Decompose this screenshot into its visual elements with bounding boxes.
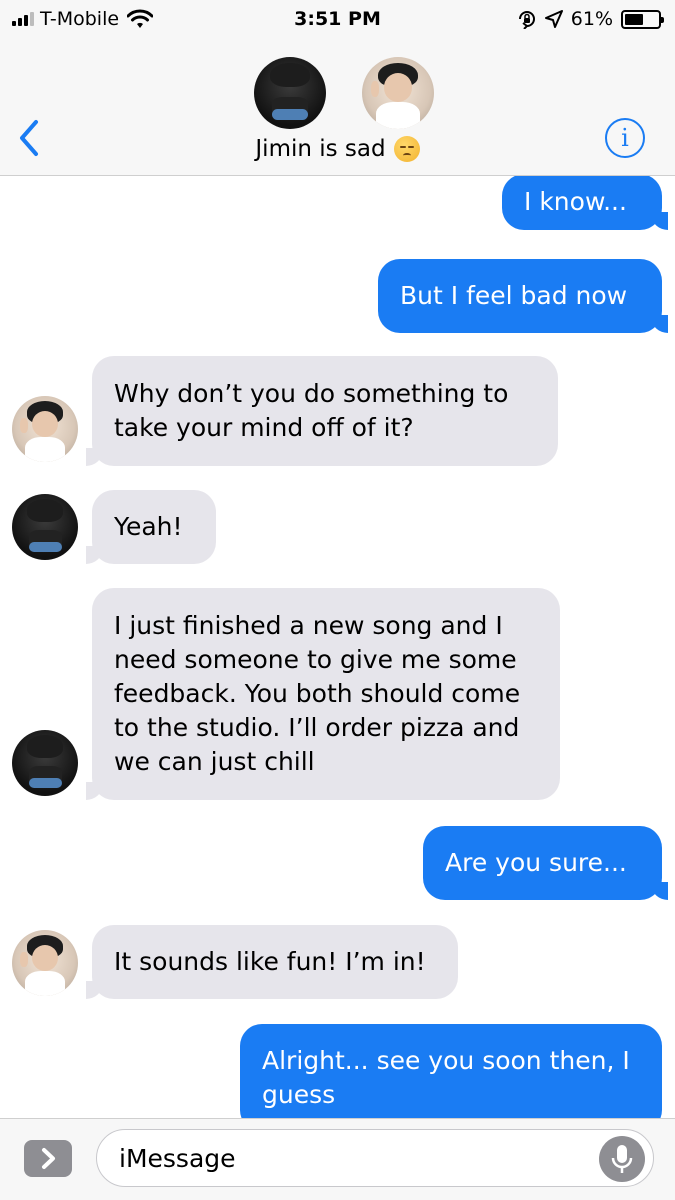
pensive-face-emoji: [393, 136, 420, 162]
battery-fill: [625, 13, 643, 25]
compose-bar: [0, 1118, 675, 1200]
message-text: Yeah!: [114, 512, 183, 541]
message-text: I know...: [524, 187, 627, 216]
avatar-a[interactable]: [12, 730, 78, 796]
status-bar: T-Mobile 3:51 PM 61%: [0, 0, 675, 38]
orientation-lock-icon: [518, 11, 535, 29]
avatar-a[interactable]: [12, 494, 78, 560]
message-text: Why don’t you do something to take your …: [114, 379, 509, 442]
chevron-right-icon: [42, 1148, 55, 1169]
battery-percent: 61%: [570, 8, 613, 30]
microphone-icon: [611, 1145, 633, 1173]
message-text: It sounds like fun! I’m in!: [114, 947, 426, 976]
battery-icon: [621, 9, 664, 29]
message-bubble-outgoing[interactable]: I know...: [502, 176, 668, 230]
message-bubble-incoming[interactable]: Why don’t you do something to take your …: [86, 356, 558, 466]
message-bubble-outgoing[interactable]: Alright... see you soon then, I guess: [240, 1024, 662, 1118]
message-bubble-incoming[interactable]: Yeah!: [86, 490, 216, 564]
info-icon[interactable]: i: [605, 118, 645, 158]
avatar-b[interactable]: [362, 57, 434, 129]
message-text: But I feel bad now: [400, 281, 628, 310]
message-input[interactable]: [96, 1129, 654, 1187]
message-bubble-outgoing[interactable]: But I feel bad now: [378, 259, 668, 333]
message-bubble-incoming[interactable]: I just finished a new song and I need so…: [86, 588, 560, 800]
message-list[interactable]: I know... But I feel bad now Why don’t y…: [0, 176, 675, 1118]
message-text: Are you sure...: [445, 848, 627, 877]
message-text: Alright... see you soon then, I guess: [262, 1046, 630, 1109]
message-text: I just finished a new song and I need so…: [114, 611, 521, 776]
microphone-button[interactable]: [599, 1136, 645, 1182]
avatar-a[interactable]: [254, 57, 326, 129]
avatar-b[interactable]: [12, 396, 78, 462]
group-name: Jimin is sad: [255, 136, 386, 162]
apps-button[interactable]: [24, 1140, 72, 1177]
message-bubble-incoming[interactable]: It sounds like fun! I’m in!: [86, 925, 458, 999]
conversation-header: Jimin is sad i: [0, 38, 675, 176]
status-right: 61%: [517, 8, 664, 30]
location-icon: [544, 10, 563, 28]
message-bubble-outgoing[interactable]: Are you sure...: [423, 826, 668, 900]
group-title[interactable]: Jimin is sad: [0, 136, 675, 162]
avatar-b[interactable]: [12, 930, 78, 996]
